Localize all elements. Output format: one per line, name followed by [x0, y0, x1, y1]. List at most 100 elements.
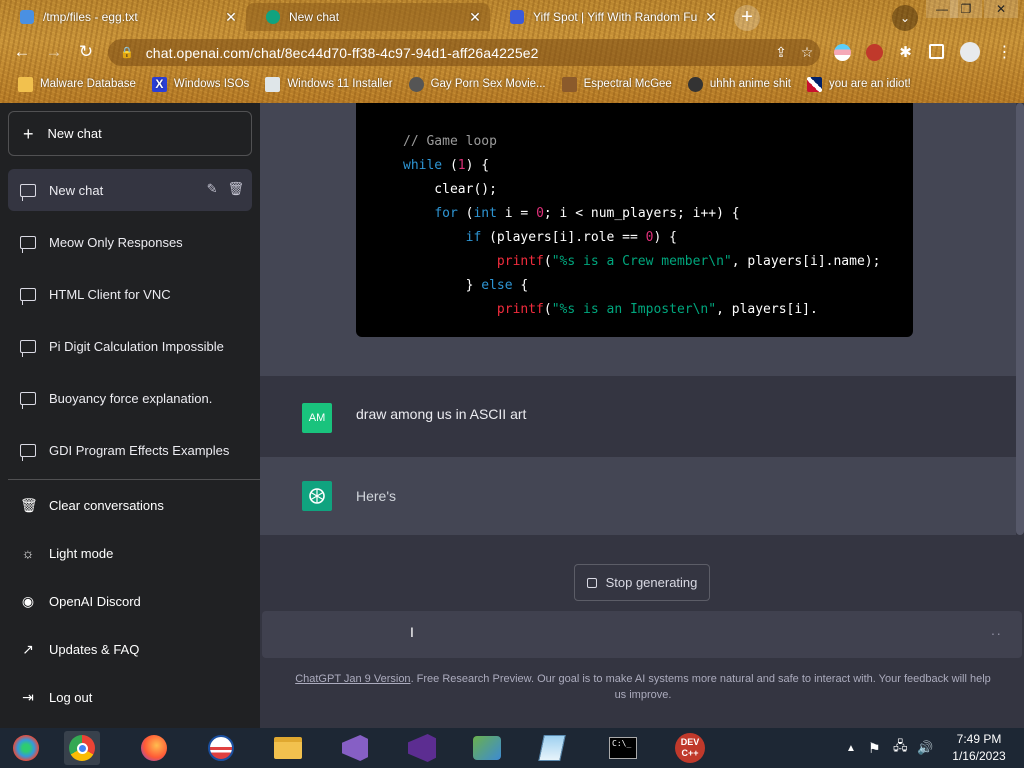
chatgpt-logo-icon — [302, 481, 332, 511]
extension-flag-icon[interactable] — [834, 44, 851, 61]
code-line: // Game loop — [403, 134, 497, 149]
bookmark-windows-isos[interactable]: X Windows ISOs — [151, 76, 249, 92]
sidepanel-icon[interactable] — [929, 44, 944, 59]
taskbar-obama-app[interactable] — [203, 731, 239, 765]
network-people-icon — [473, 736, 501, 760]
folder-icon — [18, 76, 33, 92]
url-text[interactable]: chat.openai.com/chat/8ec44d70-ff38-4c97-… — [146, 45, 768, 61]
action-center-flag-icon[interactable]: ⚑ — [868, 728, 881, 768]
terminal-icon: C:\_ — [609, 737, 637, 759]
tab-strip: /tmp/files - egg.txt ✕ New chat ✕ Yiff S… — [0, 0, 1024, 34]
image-icon — [265, 76, 281, 92]
extensions-puzzle-icon[interactable]: ✱ — [897, 44, 914, 61]
conversation-item-pi[interactable]: Pi Digit Calculation Impossible — [8, 325, 252, 367]
restore-button[interactable]: ❐ — [950, 0, 982, 18]
taskbar-file-explorer[interactable] — [270, 731, 306, 765]
new-chat-button[interactable]: + New chat — [8, 111, 252, 156]
tab-yiff-spot[interactable]: Yiff Spot | Yiff With Random Fu ✕ — [490, 3, 726, 31]
code-line: for (int i = 0; i < num_players; i++) { — [434, 206, 740, 221]
bookmark-you-are-an-idiot[interactable]: you are an idiot! — [807, 76, 911, 92]
chat-bubble-icon — [20, 339, 36, 357]
tab-egg-txt[interactable]: /tmp/files - egg.txt ✕ — [0, 3, 246, 31]
start-button[interactable] — [8, 731, 44, 765]
browser-chrome: /tmp/files - egg.txt ✕ New chat ✕ Yiff S… — [0, 0, 1024, 103]
conversation-item-new-chat[interactable]: New chat ✎ 🗑 — [8, 169, 252, 211]
forward-icon[interactable]: → — [42, 40, 66, 64]
browser-toolbar: ← → ↻ 🔒 chat.openai.com/chat/8ec44d70-ff… — [0, 36, 1024, 68]
chat-bubble-icon — [20, 443, 36, 461]
bookmark-star-icon[interactable]: ☆ — [794, 44, 820, 61]
assistant-message-row: // Game loop while (1) { clear(); for (i… — [260, 103, 1016, 376]
stop-square-icon — [586, 577, 597, 588]
taskbar-dev-cpp[interactable]: DEV C++ — [672, 731, 708, 765]
conversation-item-gdi[interactable]: GDI Program Effects Examples — [8, 429, 252, 471]
code-block: // Game loop while (1) { clear(); for (i… — [356, 103, 913, 337]
chrome-icon — [69, 735, 95, 761]
clock-date: 1/16/2023 — [952, 749, 1006, 763]
taskbar-visual-studio[interactable] — [404, 731, 440, 765]
close-icon[interactable]: ✕ — [704, 9, 718, 26]
code-line: printf("%s is an Imposter\n", players[i]… — [496, 302, 818, 317]
taskbar-terminal[interactable]: C:\_ — [605, 731, 641, 765]
taskbar-network-app[interactable] — [469, 731, 505, 765]
network-icon[interactable]: 🖧 — [893, 728, 908, 768]
visual-studio-installer-icon — [342, 735, 368, 761]
site-icon — [510, 10, 524, 24]
bookmark-movie-site[interactable]: Gay Porn Sex Movie... — [408, 76, 546, 92]
bookmark-malware-database[interactable]: Malware Database — [18, 76, 136, 92]
windows-orb-icon — [13, 735, 39, 761]
chat-sidebar: + New chat New chat ✎ 🗑 Meow Only Respon… — [0, 103, 260, 728]
bookmark-espectral-mcgee[interactable]: Espectral McGee — [561, 76, 672, 92]
system-clock[interactable]: 7:49 PM 1/16/2023 — [946, 731, 1012, 765]
stop-generating-button[interactable]: Stop generating — [574, 564, 710, 601]
window-close-button[interactable]: ✕ — [984, 0, 1018, 18]
tab-search-button[interactable]: ⌄ — [892, 5, 918, 31]
extension-avatar-icon[interactable] — [866, 44, 883, 61]
light-mode-button[interactable]: ☼ Light mode — [8, 533, 252, 573]
code-line: while (1) { — [403, 158, 490, 173]
updates-faq-link[interactable]: ↗ Updates & FAQ — [8, 629, 252, 669]
volume-icon[interactable]: 🔊 — [917, 728, 933, 768]
menu-kebab-icon[interactable]: ⋮ — [996, 44, 1013, 61]
reload-icon[interactable]: ↻ — [74, 40, 98, 64]
conversation-item-buoyancy[interactable]: Buoyancy force explanation. — [8, 377, 252, 419]
share-icon[interactable]: ⇪ — [768, 44, 794, 61]
loading-dots-icon: ·· — [990, 625, 1002, 641]
profile-avatar-icon[interactable] — [960, 42, 980, 62]
chat-bubble-icon — [20, 391, 36, 409]
conversation-item-meow[interactable]: Meow Only Responses — [8, 221, 252, 263]
lock-icon: 🔒 — [120, 47, 134, 59]
taskbar-notepad[interactable] — [534, 731, 570, 765]
clear-conversations-button[interactable]: 🗑 Clear conversations — [8, 485, 252, 525]
tray-overflow-icon[interactable]: ▲ — [846, 728, 856, 768]
trash-icon[interactable]: 🗑 — [227, 181, 244, 197]
openai-discord-link[interactable]: ◉ OpenAI Discord — [8, 581, 252, 621]
version-link[interactable]: ChatGPT Jan 9 Version — [295, 673, 410, 685]
external-link-icon: ↗ — [22, 640, 34, 657]
log-out-button[interactable]: ⇥ Log out — [8, 677, 252, 717]
windows-taskbar: C:\_ DEV C++ ▲ ⚑ 🖧 🔊 7:49 PM 1/16/2023 — [0, 728, 1024, 768]
tab-new-chat[interactable]: New chat ✕ — [246, 3, 490, 31]
taskbar-firefox[interactable] — [136, 731, 172, 765]
site-icon — [687, 76, 703, 92]
back-icon[interactable]: ← — [10, 40, 34, 64]
message-input[interactable]: I ·· — [262, 611, 1022, 658]
new-tab-button[interactable]: + — [734, 5, 760, 31]
sidebar-divider — [8, 479, 260, 480]
user-message-row: AM draw among us in ASCII art — [260, 376, 1016, 457]
obama-logo-icon — [208, 735, 234, 761]
edit-icon[interactable]: ✎ — [207, 181, 218, 197]
conversation-item-vnc[interactable]: HTML Client for VNC — [8, 273, 252, 315]
close-icon[interactable]: ✕ — [468, 9, 482, 26]
avatar: AM — [302, 403, 332, 433]
sun-icon: ☼ — [21, 545, 35, 561]
taskbar-vs-installer[interactable] — [337, 731, 373, 765]
dev-cpp-icon: DEV C++ — [675, 733, 705, 763]
bookmark-anime[interactable]: uhhh anime shit — [687, 76, 791, 92]
code-line: printf("%s is a Crew member\n", players[… — [496, 254, 881, 269]
taskbar-chrome[interactable] — [64, 731, 100, 765]
bookmark-windows-11-installer[interactable]: Windows 11 Installer — [265, 76, 393, 92]
scrollbar[interactable] — [1016, 103, 1024, 535]
address-bar[interactable]: 🔒 chat.openai.com/chat/8ec44d70-ff38-4c9… — [108, 39, 820, 66]
close-icon[interactable]: ✕ — [224, 9, 238, 26]
